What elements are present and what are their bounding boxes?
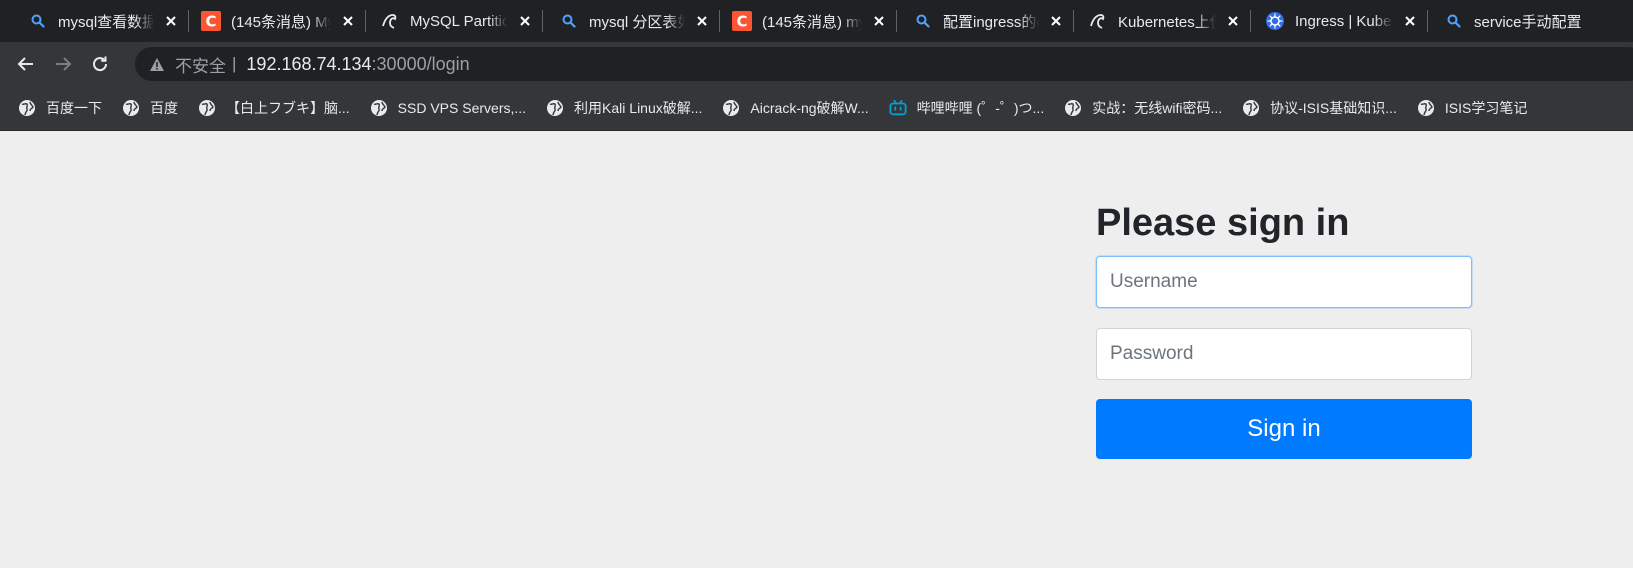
tab-title: Ingress | Kubern (1295, 12, 1393, 30)
bookmarks-bar: 百度一下 百度 【白上フブキ】脑... SSD VPS Servers,... … (0, 86, 1633, 131)
search-icon (1444, 11, 1464, 31)
globe-icon (1064, 99, 1082, 117)
bookmark-label: 【白上フブキ】脑... (226, 100, 350, 116)
warning-icon[interactable] (149, 56, 165, 72)
not-secure-label[interactable]: 不安全 (175, 52, 226, 77)
bookmark-item[interactable]: 【白上フブキ】脑... (198, 98, 350, 118)
globe-icon (1242, 99, 1260, 117)
address-bar[interactable]: 不安全 | 192.168.74.134:30000/login (135, 47, 1633, 81)
bookmark-label: 哔哩哔哩 (゜-゜)つ... (916, 100, 1045, 116)
search-icon (913, 11, 933, 31)
close-icon[interactable] (516, 12, 534, 30)
bilibili-icon (889, 99, 907, 117)
tab-csdn-2[interactable]: C (145条消息) mysql (720, 0, 896, 42)
tab-title: mysql查看数据库 (58, 13, 154, 31)
tab-ingress-kubernetes[interactable]: Ingress | Kubern (1251, 0, 1427, 42)
tab-kubernetes[interactable]: Kubernetes上使 (1074, 0, 1250, 42)
bookmark-label: 百度 (150, 100, 178, 116)
browser-toolbar: 不安全 | 192.168.74.134:30000/login (0, 42, 1633, 86)
bookmark-label: ISIS学习笔记 (1444, 100, 1528, 116)
tab-title: 配置ingress的ex (943, 13, 1039, 31)
mysql-dolphin-icon (1088, 11, 1108, 31)
close-icon[interactable] (693, 12, 711, 30)
url-path[interactable]: :30000/login (372, 54, 470, 75)
bookmark-label: 百度一下 (46, 100, 102, 116)
close-icon[interactable] (162, 12, 180, 30)
tab-mysql-view[interactable]: mysql查看数据库 (0, 0, 188, 42)
tab-mysql-partition-table[interactable]: mysql 分区表如何 (543, 0, 719, 42)
tab-title: service手动配置 (1474, 13, 1582, 31)
url-host[interactable]: 192.168.74.134 (246, 54, 371, 75)
tab-title: Kubernetes上使 (1118, 13, 1216, 31)
bookmark-item[interactable]: 百度一下 (18, 98, 102, 118)
omnibox-divider: | (232, 54, 237, 73)
page-content: Please sign in Sign in (0, 131, 1633, 568)
reload-icon (93, 56, 108, 72)
globe-icon (198, 99, 216, 117)
forward-button[interactable] (49, 50, 77, 78)
signin-heading: Please sign in (1096, 202, 1350, 244)
search-icon (28, 11, 48, 31)
svg-text:C: C (205, 13, 216, 31)
bookmark-item[interactable]: SSD VPS Servers,... (370, 99, 526, 117)
reload-button[interactable] (86, 50, 114, 78)
mysql-dolphin-icon (380, 11, 400, 31)
signin-form: Please sign in Sign in (1096, 203, 1472, 459)
bookmark-label: 实战：无线wifi密码... (1092, 100, 1223, 116)
signin-button[interactable]: Sign in (1096, 399, 1472, 459)
bookmark-label: Aicrack-ng破解W... (750, 100, 869, 116)
bookmark-item[interactable]: 实战：无线wifi密码... (1064, 98, 1222, 118)
search-icon (559, 11, 579, 31)
globe-icon (546, 99, 564, 117)
tab-title: mysql 分区表如何 (589, 13, 685, 31)
bookmark-item[interactable]: 利用Kali Linux破解... (546, 98, 702, 118)
bookmark-item[interactable]: 百度 (122, 98, 178, 118)
tab-title: (145条消息) mysql (762, 13, 862, 31)
csdn-icon: C (732, 11, 752, 31)
bookmark-label: SSD VPS Servers,... (397, 100, 527, 116)
bookmark-item[interactable]: ISIS学习笔记 (1417, 98, 1527, 118)
back-button[interactable] (12, 50, 40, 78)
bookmark-label: 利用Kali Linux破解... (574, 100, 703, 116)
close-icon[interactable] (1224, 12, 1242, 30)
globe-icon (722, 99, 740, 117)
tab-service-config[interactable]: service手动配置 (1428, 0, 1633, 42)
arrow-left-icon (17, 57, 33, 71)
close-icon[interactable] (1047, 12, 1065, 30)
tab-title: MySQL Partitions (410, 12, 508, 30)
close-icon[interactable] (339, 12, 357, 30)
bookmark-label: 协议-ISIS基础知识... (1270, 100, 1397, 116)
csdn-icon: C (201, 11, 221, 31)
close-icon[interactable] (1401, 12, 1419, 30)
kubernetes-icon (1265, 11, 1285, 31)
arrow-right-icon (56, 57, 72, 71)
globe-icon (122, 99, 140, 117)
globe-icon (1417, 99, 1435, 117)
bookmark-item[interactable]: Aicrack-ng破解W... (722, 98, 869, 118)
globe-icon (370, 99, 388, 117)
bookmark-item[interactable]: 哔哩哔哩 (゜-゜)つ... (889, 98, 1045, 118)
password-input[interactable] (1096, 328, 1472, 380)
tab-mysql-partitions[interactable]: MySQL Partitions (366, 0, 542, 42)
svg-text:C: C (736, 13, 747, 31)
tab-strip: mysql查看数据库 C (145条消息) MySQL MySQL Partit… (0, 0, 1633, 42)
username-input[interactable] (1096, 256, 1472, 308)
bookmark-item[interactable]: 协议-ISIS基础知识... (1242, 98, 1397, 118)
tab-csdn-1[interactable]: C (145条消息) MySQL (189, 0, 365, 42)
close-icon[interactable] (870, 12, 888, 30)
globe-icon (18, 99, 36, 117)
tab-title: (145条消息) MySQL (231, 13, 331, 31)
tab-ingress-config[interactable]: 配置ingress的ex (897, 0, 1073, 42)
